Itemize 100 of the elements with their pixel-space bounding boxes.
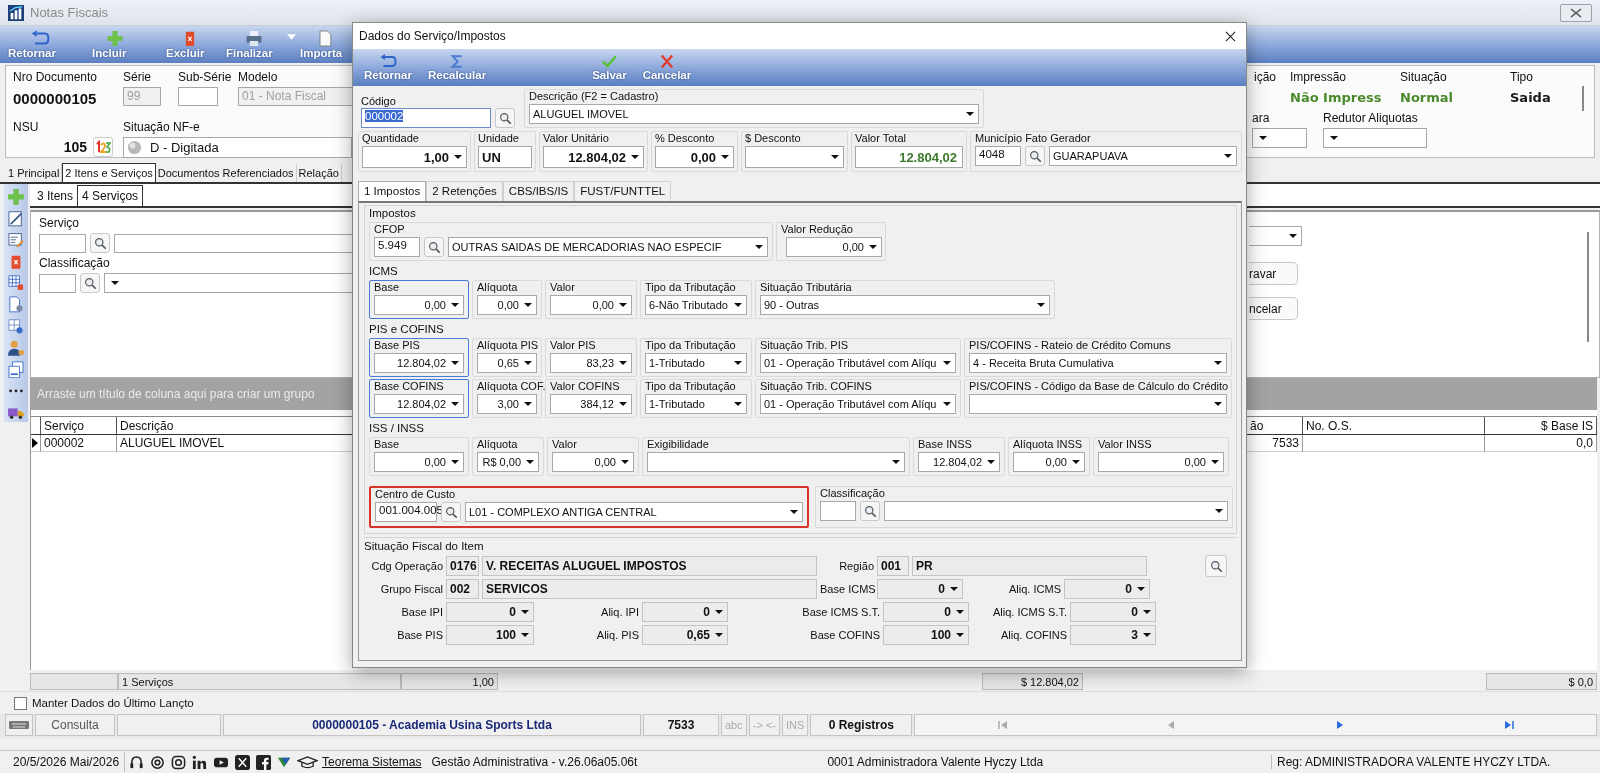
search-button[interactable] [1025, 146, 1045, 166]
dropdown-field[interactable]: 0,65 [477, 353, 537, 373]
tab[interactable]: Documentos Referenciados [155, 164, 297, 182]
headset-icon[interactable] [129, 754, 145, 770]
text-field[interactable] [820, 501, 856, 521]
dropdown-field[interactable]: 83,23 [550, 353, 632, 373]
search-button[interactable] [80, 273, 100, 293]
dropdown-field[interactable]: GUARAPUAVA [1049, 146, 1237, 166]
dropdown-field[interactable] [745, 146, 844, 168]
x-logo-icon[interactable] [235, 754, 251, 770]
dropdown-field[interactable] [104, 273, 353, 293]
at-sign-icon[interactable] [150, 754, 166, 770]
dropdown-field[interactable]: 0,00 [1098, 452, 1224, 472]
tab[interactable]: FUST/FUNTTEL [574, 181, 672, 201]
dropdown-field[interactable]: 100 [446, 625, 534, 645]
tab[interactable]: 2 Retenções [426, 181, 503, 201]
dropdown-field[interactable] [1252, 128, 1307, 148]
dropdown-field[interactable]: 0 [877, 579, 963, 599]
dropdown-field[interactable]: 01 - Operação Tributável com Alíqu [760, 394, 956, 414]
dropdown-field[interactable]: 0 [1064, 579, 1150, 599]
checkbox[interactable] [14, 696, 27, 710]
dropdown-field[interactable]: 6-Não Tributado [645, 295, 747, 315]
search-button[interactable] [424, 237, 444, 257]
dropdown-field[interactable]: 0,00 [477, 295, 537, 315]
document-gear-icon[interactable] [7, 296, 25, 314]
dropdown-field[interactable]: 0,00 [374, 452, 464, 472]
scrollbar[interactable] [1587, 232, 1589, 342]
dropdown-field[interactable]: 0,00 [552, 452, 634, 472]
documents-icon[interactable] [7, 360, 25, 379]
dropdown-field[interactable]: 0,65 [642, 625, 728, 645]
instagram-icon[interactable] [171, 754, 187, 770]
person-icon[interactable] [7, 339, 25, 357]
dropdown-field[interactable]: 0,00 [655, 146, 734, 168]
column-header[interactable]: $ Base IS [1485, 417, 1597, 434]
dropdown-field[interactable]: 0,00 [550, 295, 632, 315]
dropdown-field[interactable]: 0 [1070, 602, 1156, 622]
dropdown-field[interactable]: R$ 0,00 [477, 452, 539, 472]
dropdown-field[interactable]: 01 - Operação Tributável com Alíqu [760, 353, 956, 373]
column-header[interactable]: No. O.S. [1303, 417, 1485, 434]
dropdown-field[interactable]: 0,00 [374, 295, 464, 315]
brand-link[interactable]: Teorema Sistemas [322, 755, 427, 769]
last-record-icon[interactable] [1503, 720, 1514, 730]
dropdown-field[interactable]: 12.804,02 [543, 146, 644, 168]
text-field[interactable] [39, 273, 76, 293]
search-button[interactable] [495, 108, 515, 128]
scrollbar[interactable] [1582, 86, 1584, 111]
text-field[interactable]: 12.804,02 [855, 146, 963, 168]
search-button[interactable] [441, 502, 461, 522]
tab[interactable]: 3 Itens [33, 186, 78, 206]
next-record-icon[interactable] [1334, 720, 1345, 730]
dropdown-field[interactable]: 12.804,02 [918, 452, 1000, 472]
text-field[interactable]: 5.949 [374, 237, 420, 257]
tab[interactable]: 1 Impostos [358, 181, 427, 201]
dropdown-field[interactable]: 1-Tributado [645, 394, 747, 414]
dropdown-field[interactable] [884, 501, 1228, 521]
close-button[interactable] [1560, 3, 1592, 22]
dropdown-field[interactable]: 12.804,02 [374, 353, 464, 373]
dropdown-field[interactable]: 0,00 [786, 237, 882, 257]
dropdown-field[interactable]: 0,00 [1013, 452, 1085, 472]
dropdown-field[interactable]: OUTRAS SAIDAS DE MERCADORIAS NAO ESPECIF [448, 237, 768, 257]
text-field[interactable]: 4048 [975, 146, 1021, 166]
text-field[interactable] [39, 233, 86, 253]
button[interactable]: ncelar [1249, 297, 1298, 320]
dropdown-field[interactable]: 0 [883, 602, 969, 622]
dropdown-field[interactable] [969, 394, 1227, 414]
tab[interactable]: 4 Serviços [77, 185, 144, 206]
dropdown-field[interactable]: 100 [883, 625, 969, 645]
dropdown-field[interactable]: ALUGUEL IMOVEL [529, 104, 979, 124]
dropdown-field[interactable]: 384,12 [550, 394, 632, 414]
text-field[interactable]: UN [478, 146, 532, 168]
text-field[interactable] [114, 233, 353, 253]
close-icon[interactable] [1225, 30, 1236, 42]
tab[interactable]: Relação [296, 164, 342, 182]
dropdown-field[interactable]: 12.804,02 [374, 394, 464, 414]
edit-icon[interactable] [7, 209, 25, 228]
dropdown-field[interactable]: 1-Tributado [645, 353, 747, 373]
column-header[interactable]: Serviço [41, 417, 117, 434]
text-field[interactable]: 000002 [361, 108, 491, 128]
linkedin-icon[interactable] [192, 754, 208, 770]
search-button[interactable] [90, 233, 110, 253]
grid-icon[interactable] [7, 274, 25, 293]
search-button[interactable] [1205, 555, 1227, 577]
dropdown-field[interactable]: 3 [1070, 625, 1156, 645]
text-field[interactable] [178, 87, 218, 106]
dropdown-field[interactable]: L01 - COMPLEXO ANTIGA CENTRAL [465, 502, 803, 522]
grid-gear-icon[interactable] [7, 317, 25, 336]
facebook-icon[interactable] [256, 754, 272, 770]
dropdown-field[interactable]: 0 [642, 602, 728, 622]
search-button[interactable] [860, 501, 880, 521]
list-edit-icon[interactable] [7, 231, 25, 249]
dropdown-field[interactable]: 90 - Outras [760, 295, 1050, 315]
numbers-button[interactable] [93, 137, 113, 157]
dropdown-field[interactable]: 0 [446, 602, 534, 622]
dropdown-field[interactable] [647, 452, 905, 472]
tab[interactable]: 2 Itens e Serviços [62, 163, 156, 182]
dropdown-field[interactable]: 3,00 [477, 394, 537, 414]
dropdown-field[interactable] [1249, 226, 1302, 246]
dropdown-field[interactable] [1323, 128, 1427, 148]
button[interactable]: ravar [1249, 262, 1298, 285]
tab[interactable]: CBS/IBS/IS [502, 181, 575, 201]
